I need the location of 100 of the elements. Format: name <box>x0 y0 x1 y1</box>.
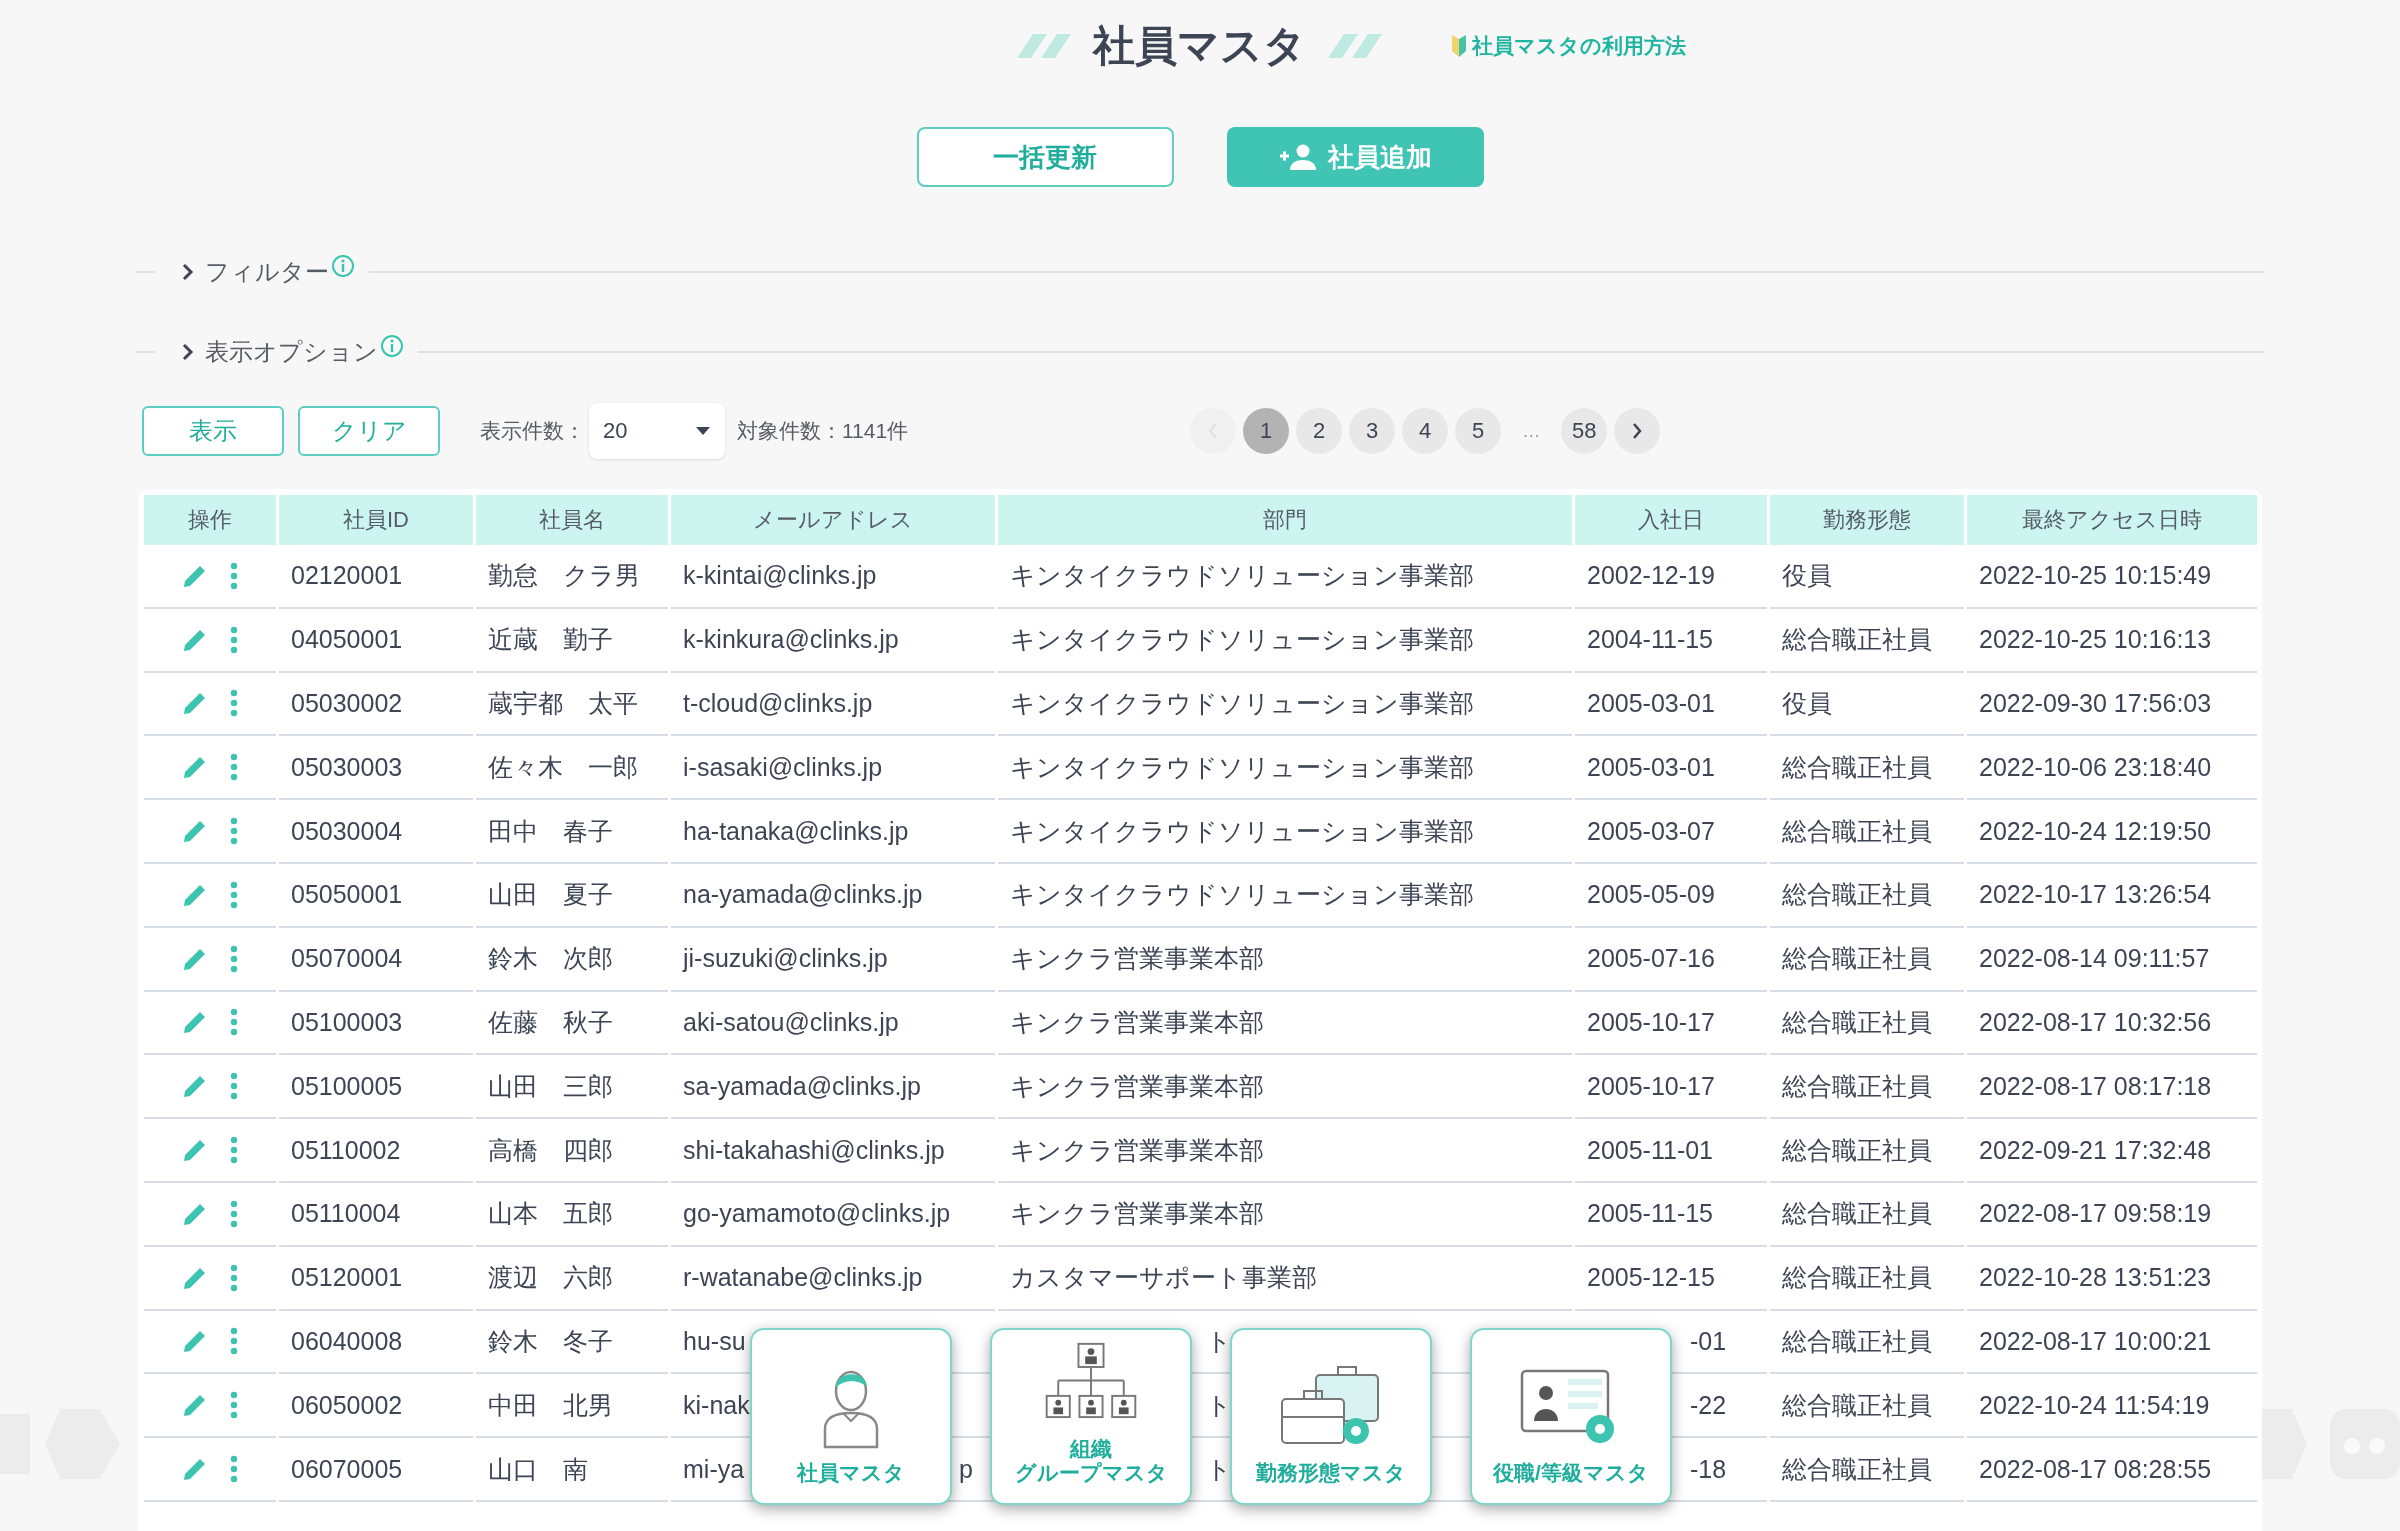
section-toggle[interactable]: フィルター <box>181 256 329 288</box>
more-options-icon[interactable] <box>229 1263 239 1292</box>
table-cell-text: 総合職正社員 <box>1782 1198 1932 1230</box>
table-cell: 05030003 <box>291 752 403 782</box>
page-button[interactable]: 2 <box>1296 408 1343 454</box>
more-options-icon[interactable] <box>229 1008 239 1037</box>
table-cell: 2022-10-25 10:15:49 <box>1979 561 2212 591</box>
table-cell: shi-takahashi@clinks.jp <box>683 1135 945 1165</box>
table-cell: 2005-11-01 <box>1587 1135 1714 1165</box>
table-cell: na-yamada@clinks.jp <box>683 880 923 910</box>
table-cell-text: 総合職正社員 <box>1782 1134 1932 1166</box>
table-cell-text: キンタイクラウドソリューション事業部 <box>1010 624 1474 656</box>
table-cell: i-sasaki@clinks.jp <box>683 752 883 782</box>
more-options-icon[interactable] <box>229 561 239 590</box>
page-button[interactable]: 58 <box>1561 408 1608 454</box>
info-icon[interactable] <box>380 334 404 358</box>
table-cell-text: 総合職正社員 <box>1782 1389 1932 1421</box>
table-cell: ha-tanaka@clinks.jp <box>683 816 909 846</box>
section-toggle[interactable]: 表示オプション <box>181 336 378 368</box>
dropdown-caret-icon <box>695 426 711 436</box>
table-cell: 2022-10-17 13:26:54 <box>1979 880 2212 910</box>
table-cell: 05100003 <box>291 1007 403 1037</box>
page-title: 社員マスタ <box>1093 21 1306 71</box>
table-cell-text: キンタイクラウドソリューション事業部 <box>1010 879 1474 911</box>
page-button[interactable]: 3 <box>1349 408 1396 454</box>
bulk-update-button[interactable]: 一括更新 <box>916 127 1174 187</box>
table-cell: 05110004 <box>291 1199 401 1229</box>
more-options-icon[interactable] <box>229 1199 239 1228</box>
master-card[interactable]: 勤務形態マスタ <box>1230 1328 1432 1505</box>
more-options-icon[interactable] <box>229 1327 239 1356</box>
table-cell-text: 山田 三郎 <box>488 1070 613 1102</box>
table-cell: k-kintai@clinks.jp <box>683 561 877 591</box>
master-card[interactable]: 組織 グループマスタ <box>990 1328 1192 1505</box>
column-header: 社員ID <box>279 495 473 545</box>
info-icon[interactable] <box>331 254 355 278</box>
table-cell: 2022-08-17 10:32:56 <box>1979 1007 2212 1037</box>
more-options-icon[interactable] <box>229 625 239 654</box>
table-cell-text: キンクラ営業事業本部 <box>1010 1006 1264 1038</box>
table-cell-text: 総合職正社員 <box>1782 1070 1932 1102</box>
table-cell: 2022-08-14 09:11:57 <box>1979 944 2210 974</box>
table-cell-text: 佐々木 一郎 <box>488 751 638 783</box>
help-link[interactable]: 社員マスタの利用方法 <box>1450 32 1686 60</box>
column-header: 最終アクセス日時 <box>1967 495 2257 545</box>
table-cell-text: キンクラ営業事業本部 <box>1010 1134 1264 1166</box>
table-cell: 05120001 <box>291 1263 403 1293</box>
table-cell: 05070004 <box>291 944 403 974</box>
more-options-icon[interactable] <box>229 880 239 909</box>
table-cell-text: 総合職正社員 <box>1782 815 1932 847</box>
table-cell: 05050001 <box>291 880 403 910</box>
column-header: 社員名 <box>476 495 668 545</box>
more-options-icon[interactable] <box>229 1072 239 1101</box>
table-cell: 02120001 <box>291 561 403 591</box>
column-header: メールアドレス <box>671 495 995 545</box>
more-options-icon[interactable] <box>229 944 239 973</box>
table-cell: r-watanabe@clinks.jp <box>683 1263 923 1293</box>
table-cell-text: 総合職正社員 <box>1782 1453 1932 1485</box>
page-button[interactable]: 4 <box>1402 408 1449 454</box>
master-card[interactable]: 役職/等級マスタ <box>1470 1328 1672 1505</box>
table-cell: 2022-10-25 10:16:13 <box>1979 625 2212 655</box>
page-button[interactable]: 5 <box>1455 408 1502 454</box>
more-options-icon[interactable] <box>229 817 239 846</box>
table-cell: 05030002 <box>291 689 403 718</box>
page-ellipsis: … <box>1521 420 1542 442</box>
person-add-icon <box>1278 143 1318 171</box>
show-button[interactable]: 表示 <box>142 406 284 456</box>
table-cell: 2022-08-17 08:28:55 <box>1979 1454 2212 1484</box>
page-size-select[interactable]: 20 <box>589 403 725 459</box>
table-cell-text: 山口 南 <box>488 1453 588 1485</box>
table-cell: hu-su <box>683 1326 746 1356</box>
table-cell-text: 総合職正社員 <box>1782 624 1932 656</box>
table-cell: ji-suzuki@clinks.jp <box>683 944 888 974</box>
table-cell-text: 佐藤 秋子 <box>488 1006 613 1038</box>
next-page-button[interactable] <box>1614 408 1661 454</box>
total-count: 対象件数：1141件 <box>737 418 909 444</box>
more-options-icon[interactable] <box>229 1455 239 1484</box>
table-cell-text: 高橋 四郎 <box>488 1134 613 1166</box>
table-cell: 05110002 <box>291 1135 401 1165</box>
clear-button[interactable]: クリア <box>298 406 440 456</box>
table-cell-text: 役員 <box>1782 560 1832 592</box>
table-cell: 06070005 <box>291 1454 403 1484</box>
master-card[interactable]: 社員マスタ <box>750 1328 952 1505</box>
table-cell: 2022-08-17 10:00:21 <box>1979 1326 2212 1356</box>
table-cell: 2002-12-19 <box>1587 561 1715 591</box>
more-options-icon[interactable] <box>229 753 239 782</box>
more-options-icon[interactable] <box>229 1391 239 1420</box>
table-cell: p <box>959 1454 973 1484</box>
table-cell: 04050001 <box>291 625 403 655</box>
column-header: 勤務形態 <box>1770 495 1964 545</box>
table-cell: 2022-10-24 12:19:50 <box>1979 816 2212 846</box>
table-cell-text: キンタイクラウドソリューション事業部 <box>1010 560 1474 592</box>
table-cell: 06040008 <box>291 1326 403 1356</box>
table-cell: 2005-10-17 <box>1587 1007 1715 1037</box>
table-cell: 2005-10-17 <box>1587 1071 1715 1101</box>
table-cell: aki-satou@clinks.jp <box>683 1007 899 1037</box>
table-cell: 2022-08-17 08:17:18 <box>1979 1071 2212 1101</box>
table-cell-text: 渡辺 六郎 <box>488 1262 613 1294</box>
page-button[interactable]: 1 <box>1243 408 1290 454</box>
more-options-icon[interactable] <box>229 689 239 718</box>
table-cell-text: キンクラ営業事業本部 <box>1010 1198 1264 1230</box>
more-options-icon[interactable] <box>229 1136 239 1165</box>
